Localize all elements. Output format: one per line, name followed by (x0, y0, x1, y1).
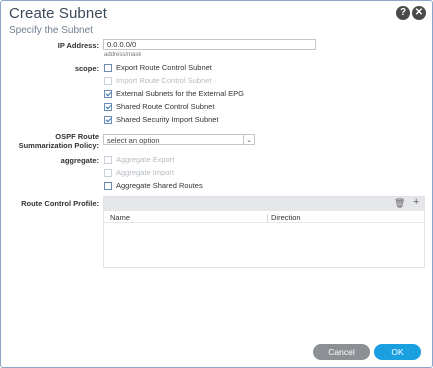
add-icon[interactable]: + (413, 197, 419, 208)
checkbox-label: Aggregate Export (116, 155, 175, 164)
scope-shared-route-control[interactable]: Shared Route Control Subnet (104, 102, 214, 111)
checkbox-label: External Subnets for the External EPG (116, 89, 244, 98)
checkbox[interactable] (104, 181, 112, 190)
help-icon[interactable]: ? (396, 6, 410, 20)
checkbox (104, 76, 112, 85)
aggregate-shared-routes[interactable]: Aggregate Shared Routes (104, 181, 203, 190)
ospf-label-line1: OSPF Route (55, 132, 99, 141)
checkbox-label: Shared Security Import Subnet (116, 115, 219, 124)
aggregate-label: aggregate: (60, 156, 99, 165)
scope-external-subnets[interactable]: External Subnets for the External EPG (104, 89, 244, 98)
checkbox[interactable] (104, 102, 112, 111)
checkbox[interactable] (104, 63, 112, 72)
column-header-name[interactable]: Name (110, 213, 130, 222)
column-divider (267, 214, 268, 222)
create-subnet-dialog: Create Subnet Specify the Subnet ? ✕ IP … (0, 0, 433, 368)
aggregate-import: Aggregate Import (104, 168, 174, 177)
dialog-subtitle: Specify the Subnet (9, 25, 93, 36)
ospf-policy-select[interactable]: select an option ⌄ (103, 134, 255, 145)
ospf-label-line2: Summarization Policy: (18, 141, 99, 150)
cancel-button[interactable]: Cancel (313, 344, 370, 360)
table-toolbar: 🗑 + (104, 197, 424, 211)
ip-address-hint: address/mask (104, 52, 142, 58)
close-icon[interactable]: ✕ (412, 6, 426, 20)
scope-import-route-control: Import Route Control Subnet (104, 76, 211, 85)
scope-shared-security-import[interactable]: Shared Security Import Subnet (104, 115, 219, 124)
dialog-title: Create Subnet (9, 5, 108, 22)
chevron-down-icon[interactable]: ⌄ (243, 135, 254, 144)
checkbox-label: Aggregate Shared Routes (116, 181, 203, 190)
table-header: Name Direction (104, 212, 424, 223)
checkbox[interactable] (104, 89, 112, 98)
route-control-profile-table: 🗑 + Name Direction (103, 196, 425, 268)
ok-button[interactable]: OK (374, 344, 421, 360)
checkbox[interactable] (104, 115, 112, 124)
aggregate-export: Aggregate Export (104, 155, 174, 164)
ip-address-label: IP Address: (57, 41, 99, 50)
column-header-direction[interactable]: Direction (271, 213, 301, 222)
checkbox-label: Export Route Control Subnet (116, 63, 212, 72)
scope-label: scope: (74, 64, 99, 73)
ip-address-input[interactable]: 0.0.0.0/0 (103, 39, 316, 50)
scope-export-route-control[interactable]: Export Route Control Subnet (104, 63, 212, 72)
route-control-profile-label: Route Control Profile: (21, 199, 99, 208)
checkbox (104, 155, 112, 164)
checkbox (104, 168, 112, 177)
trash-icon[interactable]: 🗑 (394, 199, 405, 208)
checkbox-label: Aggregate Import (116, 168, 174, 177)
checkbox-label: Shared Route Control Subnet (116, 102, 215, 111)
checkbox-label: Import Route Control Subnet (116, 76, 212, 85)
select-value: select an option (107, 136, 160, 145)
